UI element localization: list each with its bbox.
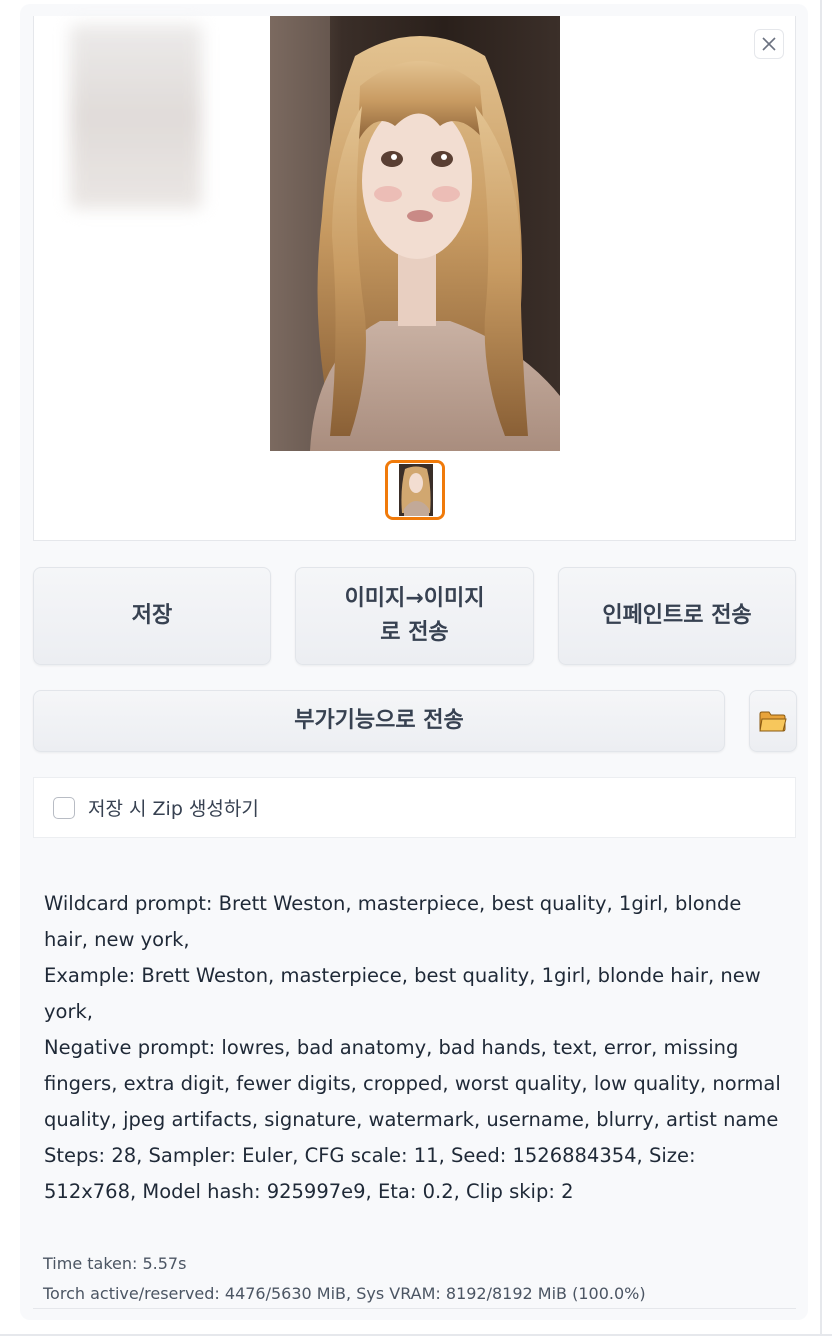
- send-to-inpaint-button[interactable]: 인페인트로 전송: [558, 567, 796, 665]
- generated-image[interactable]: [270, 16, 560, 451]
- gallery-background-preview: [70, 24, 202, 209]
- save-button-label: 저장: [131, 603, 173, 628]
- save-button[interactable]: 저장: [33, 567, 271, 665]
- gallery-thumbnail[interactable]: [385, 460, 445, 520]
- folder-icon: [759, 711, 787, 732]
- thumbnail-image: [388, 463, 442, 517]
- create-zip-label[interactable]: 저장 시 Zip 생성하기: [88, 794, 259, 821]
- stats-divider: [33, 1308, 796, 1309]
- send-to-img2img-label-line1: 이미지→이미지: [344, 586, 485, 611]
- open-folder-button[interactable]: [749, 690, 797, 752]
- create-zip-checkbox[interactable]: [53, 796, 75, 819]
- send-to-inpaint-label: 인페인트로 전송: [602, 603, 752, 628]
- send-to-img2img-label-line2: 로 전송: [380, 620, 449, 645]
- zip-option-row: 저장 시 Zip 생성하기: [33, 777, 796, 838]
- close-icon: [762, 37, 776, 51]
- wildcard-prompt-text: Wildcard prompt: Brett Weston, masterpie…: [44, 892, 742, 951]
- vram-usage-text: Torch active/reserved: 4476/5630 MiB, Sy…: [43, 1284, 646, 1303]
- example-text: Example: Brett Weston, masterpiece, best…: [44, 964, 761, 1023]
- send-to-extras-button[interactable]: 부가기능으로 전송: [33, 690, 725, 752]
- generation-params-text: Steps: 28, Sampler: Euler, CFG scale: 11…: [44, 1144, 696, 1203]
- close-gallery-button[interactable]: [754, 29, 784, 59]
- performance-stats: Time taken: 5.57s Torch active/reserved:…: [43, 1249, 788, 1309]
- page-divider: [820, 0, 822, 1336]
- negative-prompt-text: Negative prompt: lowres, bad anatomy, ba…: [44, 1036, 781, 1131]
- send-to-extras-label: 부가기능으로 전송: [294, 708, 464, 733]
- generation-info: Wildcard prompt: Brett Weston, masterpie…: [44, 886, 789, 1210]
- send-to-img2img-button[interactable]: 이미지→이미지 로 전송: [295, 567, 534, 665]
- time-taken-text: Time taken: 5.57s: [43, 1254, 187, 1273]
